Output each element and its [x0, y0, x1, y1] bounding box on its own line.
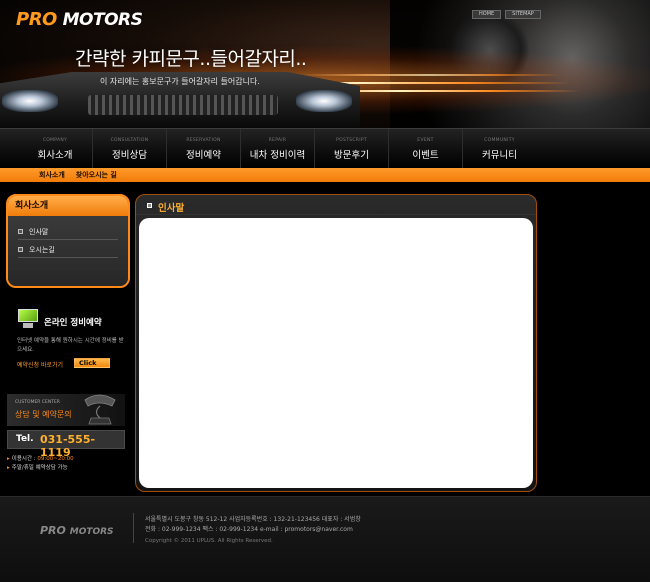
sidebar-item-label: 인사말 — [29, 227, 49, 236]
hours-label: 이용시간 : — [11, 456, 36, 462]
nav-item-repair-history[interactable]: REPAIR 내차 정비이력 — [240, 129, 314, 169]
page-title: 인사말 — [158, 203, 185, 214]
click-button[interactable]: Click — [74, 358, 110, 368]
nav-item-reservation[interactable]: RESERVATION 정비예약 — [166, 129, 240, 169]
nav-item-label: 회사소개 — [37, 150, 73, 161]
header-banner: PRO MOTORS HOME SITEMAP 간략한 카피문구..들어갈자리.… — [0, 0, 650, 128]
nav-item-en: RESERVATION — [186, 138, 221, 143]
customer-center-en: CUSTOMER CENTER — [15, 400, 60, 405]
sidebar-item-greeting[interactable]: 인사말 — [18, 224, 118, 240]
banner-headline: 간략한 카피문구..들어갈자리.. — [75, 48, 307, 70]
telephone-icon — [84, 394, 116, 425]
site-logo[interactable]: PRO MOTORS — [16, 9, 143, 30]
nav-item-en: CONSULTATION — [110, 138, 149, 143]
light-streak — [300, 74, 560, 76]
car-headlight-left — [2, 90, 58, 112]
nav-item-label: 방문후기 — [334, 150, 369, 161]
customer-center: CUSTOMER CENTER 상담 및 예약문의 Tel. 031-555-1… — [7, 394, 125, 473]
nav-item-event[interactable]: EVENT 이벤트 — [388, 129, 462, 169]
footer-logo: PRO MOTORS — [40, 524, 114, 537]
sitemap-link[interactable]: SITEMAP — [505, 10, 541, 19]
subnav-item-company[interactable]: 회사소개 — [39, 170, 65, 180]
monitor-icon — [17, 309, 41, 329]
logo-pro-text: PRO — [16, 9, 57, 30]
footer-info: 서울특별시 도봉구 창동 512-12 사업자등록번호 : 132-21-123… — [145, 515, 361, 535]
holiday-note: 주말/휴일 예약상담 가능 — [11, 465, 68, 471]
nav-item-label: 이벤트 — [412, 150, 439, 161]
sidebar-title: 회사소개 — [8, 196, 128, 216]
banner-subline: 이 자리에는 홍보문구가 들어갈자리 들어갑니다. — [100, 77, 260, 86]
nav-item-en: POSTSCRIPT — [336, 138, 367, 143]
square-bullet-icon — [147, 203, 152, 208]
footer-divider — [133, 513, 134, 543]
tel-number: 031-555-1119 — [40, 433, 96, 459]
home-link[interactable]: HOME — [472, 10, 502, 19]
reservation-link[interactable]: 예약신청 바로가기 — [17, 360, 63, 369]
nav-item-label: 정비상담 — [112, 150, 147, 161]
car-grille — [88, 95, 278, 115]
nav-item-community[interactable]: COMMUNITY 커뮤니티 — [462, 129, 536, 169]
tel-label: Tel. — [16, 434, 34, 444]
car-headlight-right — [296, 90, 352, 112]
top-links: HOME SITEMAP — [472, 10, 541, 19]
content-panel — [139, 218, 533, 488]
square-bullet-icon — [18, 247, 23, 252]
logo-motors-text: MOTORS — [62, 10, 143, 30]
nav-item-en: REPAIR — [268, 138, 287, 143]
content-area: 인사말 — [135, 194, 537, 492]
sidebar-item-label: 오시는길 — [29, 245, 55, 254]
nav-item-label: 정비예약 — [186, 150, 221, 161]
customer-center-title: 상담 및 예약문의 — [15, 410, 72, 419]
reservation-description: 인터넷 예약을 통해 원하시는 시간에 정비를 받으세요. — [17, 338, 124, 353]
sub-navigation: 회사소개 찾아오시는 길 — [0, 168, 650, 182]
nav-item-consultation[interactable]: CONSULTATION 정비상담 — [92, 129, 166, 169]
footer-logo-motors: MOTORS — [69, 527, 114, 537]
main-navigation: COMPANY 회사소개 CONSULTATION 정비상담 RESERVATI… — [0, 128, 650, 169]
sidebar-menu: 회사소개 인사말 오시는길 — [6, 194, 130, 288]
telephone-box: Tel. 031-555-1119 — [7, 430, 125, 459]
nav-item-label: 커뮤니티 — [482, 150, 517, 161]
nav-item-en: COMMUNITY — [484, 138, 515, 143]
subnav-item-directions[interactable]: 찾아오시는 길 — [76, 170, 117, 180]
sidebar-item-directions[interactable]: 오시는길 — [18, 242, 118, 258]
nav-item-label: 내차 정비이력 — [249, 150, 306, 161]
square-bullet-icon — [18, 229, 23, 234]
nav-item-company[interactable]: COMPANY 회사소개 — [18, 129, 92, 169]
nav-item-en: COMPANY — [42, 138, 68, 143]
footer-contact: 전화 : 02-999-1234 팩스 : 02-999-1234 e-mail… — [145, 526, 353, 533]
footer-logo-pro: PRO — [40, 524, 66, 537]
footer-copyright: Copyright © 2011 UPLUS. All Rights Reser… — [145, 538, 273, 544]
reservation-title: 온라인 정비예약 — [44, 318, 102, 328]
footer-address: 서울특별시 도봉구 창동 512-12 사업자등록번호 : 132-21-123… — [145, 516, 361, 523]
footer: PRO MOTORS 서울특별시 도봉구 창동 512-12 사업자등록번호 :… — [0, 496, 650, 582]
nav-item-review[interactable]: POSTSCRIPT 방문후기 — [314, 129, 388, 169]
nav-item-en: EVENT — [417, 138, 434, 143]
